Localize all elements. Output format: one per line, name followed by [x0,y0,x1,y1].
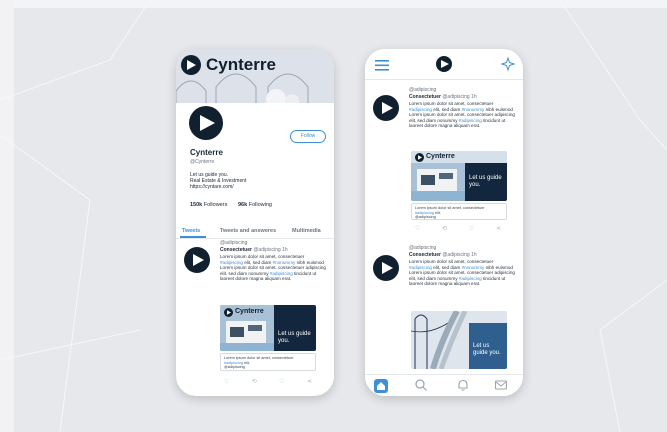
profile-cover: Cynterre [176,49,334,103]
card-tagline: Let us guide you. [469,175,502,188]
cover-brand: Cynterre [206,55,276,74]
logo-icon [224,308,233,317]
facade-illustration [411,311,507,369]
active-tab-indicator [180,236,206,238]
card-tagline: Let us guide you. [278,331,311,344]
following-stat[interactable]: 96k Following [238,202,272,208]
logo-icon [189,106,223,140]
share-icon[interactable]: ⋖ [307,378,312,385]
post-body: Lorem ipsum dolor sit amet, consectetuer… [409,259,515,287]
retweet-icon[interactable]: ⟲ [252,378,257,385]
post-card-image-2[interactable]: Let us guide you. [411,311,507,369]
tab-tweets-and-answers[interactable]: Tweets and answeres [220,228,276,234]
post-author-handle: @adipiscing [442,94,470,100]
followers-label: Followers [203,202,228,208]
post-author-handle: @adipiscing [442,252,470,258]
hashtag-link[interactable]: #adipiscing [459,276,482,281]
logo-icon [415,153,424,162]
share-icon[interactable]: ⋖ [496,225,501,232]
bottom-nav [365,374,523,396]
home-icon[interactable] [374,379,388,393]
bell-icon[interactable] [457,379,469,391]
feed-header [365,49,523,80]
post-header: Consectetuer @adipiscing 1h [220,247,288,253]
hashtag-link[interactable]: #adipiscing [220,260,243,265]
logo-icon [181,55,201,75]
post-author[interactable]: Consectetuer [409,94,441,100]
post-actions: ♡ ⟲ ♡ ⋖ [415,225,501,232]
followers-count: 150k [190,202,203,208]
card-caption[interactable]: Lorem ipsum dolor sit amet, consectetuer… [220,353,316,371]
tab-tweets[interactable]: Tweets [182,228,200,234]
profile-tabs: Tweets Tweets and answeres Multimedia [176,226,334,239]
hashtag-link[interactable]: #adipiscing [409,107,432,112]
post-time: 1h [471,252,477,258]
post-time: 1h [471,94,477,100]
menu-icon[interactable] [375,59,389,71]
logo-icon [184,247,210,273]
post-body: Lorem ipsum dolor sit amet, consectetuer… [409,101,515,129]
tab-multimedia[interactable]: Multimedia [292,228,321,234]
hashtag-link[interactable]: #adipiscing [270,271,293,276]
post-body: Lorem ipsum dolor sit amet, consectetuer… [220,254,326,282]
card-caption[interactable]: Lorem ipsum dolor sit amet, consectetuer… [411,203,507,220]
post-author[interactable]: Consectetuer [409,252,441,258]
post-time: 1h [282,247,288,253]
comment-icon[interactable]: ♡ [415,225,420,232]
post-avatar[interactable] [184,247,210,273]
profile-handle: @Cynterre [190,159,215,165]
logo-icon [373,255,399,281]
post-card-image[interactable]: Cynterre Let us guide you. [411,151,507,201]
sparkle-icon[interactable] [501,57,515,71]
hashtag-link[interactable]: #adipiscing [409,265,432,270]
post-handle-top[interactable]: @adipiscing [409,245,436,251]
post-header: Consectetuer @adipiscing 1h [409,252,477,258]
logo-icon [373,95,399,121]
post-author[interactable]: Consectetuer [220,247,252,253]
followers-stat[interactable]: 150k Followers [190,202,227,208]
mockup-scene: Cynterre Follow Cynterre @Cynterre Let u… [0,0,667,432]
following-label: Following [248,202,272,208]
post-avatar[interactable] [373,95,399,121]
heart-icon[interactable]: ♡ [279,378,284,385]
mail-icon[interactable] [495,379,507,391]
hashtag-link[interactable]: #adipiscing [459,118,482,123]
hashtag-link[interactable]: #nonummy [273,260,296,265]
card-brand: Cynterre [426,153,455,160]
post-handle-top[interactable]: @adipiscing [409,87,436,93]
post-handle-top[interactable]: @adipiscing [220,240,247,246]
following-count: 96k [238,202,248,208]
hashtag-link[interactable]: #nonummy [462,107,485,112]
follow-button[interactable]: Follow [290,130,326,143]
post-avatar[interactable] [373,255,399,281]
heart-icon[interactable]: ♡ [469,225,474,232]
post-author-handle: @adipiscing [253,247,281,253]
post-header: Consectetuer @adipiscing 1h [409,94,477,100]
post-actions: ♡ ⟲ ♡ ⋖ [224,378,312,385]
hashtag-link[interactable]: #nonummy [462,265,485,270]
profile-avatar[interactable] [186,103,226,143]
profile-name: Cynterre [190,148,223,157]
card-tagline: Let us guide you. [473,343,501,356]
comment-icon[interactable]: ♡ [224,378,229,385]
profile-phone: Cynterre Follow Cynterre @Cynterre Let u… [176,49,334,396]
feed-phone: @adipiscing Consectetuer @adipiscing 1h … [365,49,523,396]
bio-link[interactable]: https://cyntare.com/ [190,184,234,190]
card-brand: Cynterre [235,308,264,315]
retweet-icon[interactable]: ⟲ [442,225,447,232]
search-icon[interactable] [415,379,427,391]
logo-icon[interactable] [436,56,452,72]
post-card-image[interactable]: Cynterre Let us guide you. [220,305,316,351]
